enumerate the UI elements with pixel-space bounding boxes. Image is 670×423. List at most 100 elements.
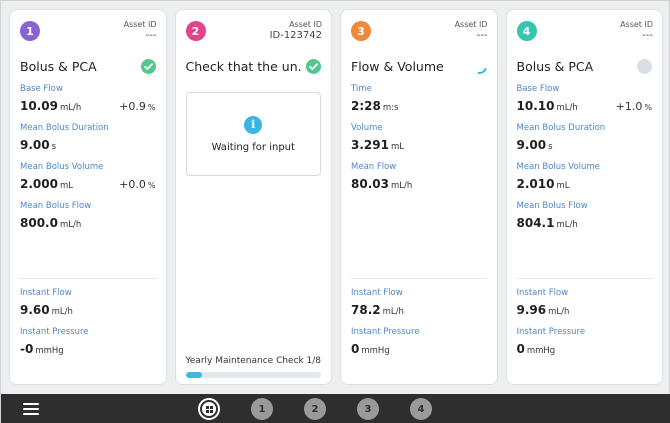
metric-unit: mL — [390, 142, 404, 152]
metrics-list: Base Flow 10.09 mL/h +0.9% Mean Bolus Dur… — [20, 84, 156, 240]
channel-card-3[interactable]: 3 Asset ID --- Flow & Volume Time 2:28 m:… — [340, 9, 498, 385]
waiting-for-input-panel[interactable]: i Waiting for input — [185, 92, 321, 176]
metric-instant-flow: Instant Flow 78.2 mL/h — [351, 288, 487, 318]
metric-label: Mean Bolus Volume — [20, 162, 104, 172]
metric-unit: mL/h — [548, 307, 570, 317]
metric-delta: +0.9 — [119, 100, 146, 113]
metric-label: Base Flow — [20, 84, 63, 94]
maintenance-check: Yearly Maintenance Check 1/8 — [186, 356, 322, 366]
metric-mean-flow: Mean Flow 80.03 mL/h — [351, 162, 487, 192]
metric-unit: mL — [556, 181, 570, 191]
live-metrics: Instant Flow 9.96 mL/h Instant Pressure 0… — [517, 288, 653, 366]
metric-instant-pressure: Instant Pressure 0 mmHg — [351, 327, 487, 357]
metric-instant-pressure: Instant Pressure 0 mmHg — [517, 327, 653, 357]
check-circle-icon — [306, 59, 321, 74]
metric-instant-flow: Instant Flow 9.96 mL/h — [517, 288, 653, 318]
metric-label: Instant Pressure — [351, 327, 420, 337]
metric-mean-bolus-duration: Mean Bolus Duration 9.00 s — [517, 123, 653, 153]
metric-label: Mean Bolus Duration — [20, 123, 109, 133]
metric-instant-flow: Instant Flow 9.60 mL/h — [20, 288, 156, 318]
metric-value: 80.03 — [351, 177, 389, 191]
metric-value: 0 — [351, 342, 360, 356]
asset-id-label: Asset ID — [620, 20, 653, 29]
maintenance-progress-bar — [185, 372, 321, 378]
metric-unit: mmHg — [526, 346, 556, 356]
metric-value: 2:28 — [351, 99, 381, 113]
grid-overview-icon[interactable] — [198, 398, 220, 420]
metric-value: -0 — [20, 342, 34, 356]
metric-value: 10.10 — [516, 99, 555, 113]
test-title: Bolus & PCA — [516, 59, 594, 74]
bottom-navigation-bar: 1 2 3 4 — [1, 394, 670, 423]
metric-unit: mL/h — [556, 220, 578, 230]
channel-number-badge: 1 — [20, 21, 40, 41]
test-title: Check that the un... — [185, 59, 302, 74]
info-icon: i — [244, 115, 263, 134]
asset-id-label: Asset ID — [289, 20, 322, 29]
channel-cards: 1 Asset ID --- Bolus & PCA Base Flow 10.… — [9, 9, 663, 385]
metric-unit: mmHg — [35, 346, 64, 356]
metric-value: 804.1 — [516, 216, 555, 230]
maintenance-count: 1/8 — [306, 356, 321, 366]
asset-id: Asset ID --- — [124, 20, 157, 41]
metric-label: Volume — [351, 123, 383, 133]
asset-id-value: --- — [642, 30, 653, 41]
device-screen: 1 Asset ID --- Bolus & PCA Base Flow 10.… — [0, 0, 670, 423]
metric-mean-bolus-flow: Mean Bolus Flow 804.1 mL/h — [517, 201, 653, 231]
tab-channel-1[interactable]: 1 — [251, 398, 273, 420]
live-metrics: Instant Flow 9.60 mL/h Instant Pressure -… — [20, 288, 156, 366]
maintenance-label: Yearly Maintenance Check — [185, 356, 304, 366]
channel-card-1[interactable]: 1 Asset ID --- Bolus & PCA Base Flow 10.… — [9, 9, 167, 385]
tab-channel-3[interactable]: 3 — [357, 398, 379, 420]
metric-label: Mean Bolus Duration — [516, 123, 606, 133]
metric-unit: mL/h — [51, 307, 73, 317]
progress-fill — [185, 372, 203, 378]
channel-number-badge: 2 — [185, 21, 206, 41]
metric-label: Instant Flow — [351, 288, 403, 298]
metric-label: Mean Bolus Flow — [20, 201, 92, 211]
metric-value: 10.09 — [20, 99, 58, 113]
metric-label: Base Flow — [516, 84, 560, 94]
metric-value: 9.00 — [516, 138, 547, 152]
test-title: Flow & Volume — [351, 59, 444, 74]
hamburger-menu-icon[interactable] — [23, 403, 39, 415]
metric-volume: Volume 3.291 mL — [351, 123, 487, 153]
asset-id: Asset ID ID-123742 — [270, 20, 322, 41]
metric-base-flow: Base Flow 10.09 mL/h +0.9% — [20, 84, 156, 114]
metric-unit: mL/h — [59, 103, 82, 113]
channel-card-4[interactable]: 4 Asset ID --- Bolus & PCA Base Flow 10.… — [505, 9, 663, 385]
metric-unit: mL/h — [390, 181, 413, 191]
metric-delta-unit: % — [644, 103, 652, 112]
metric-label: Mean Flow — [351, 162, 397, 172]
metric-value: 9.60 — [20, 303, 50, 317]
channel-card-2[interactable]: 2 Asset ID ID-123742 Check that the un..… — [174, 9, 332, 385]
divider — [351, 278, 487, 279]
asset-id-label: Asset ID — [454, 20, 488, 29]
metric-mean-bolus-volume: Mean Bolus Volume 2.010 mL — [517, 162, 653, 192]
live-metrics: Instant Flow 78.2 mL/h Instant Pressure 0… — [351, 288, 487, 366]
test-title: Bolus & PCA — [20, 59, 97, 74]
asset-id-value: --- — [476, 30, 488, 41]
divider — [516, 278, 652, 279]
metric-instant-pressure: Instant Pressure -0 mmHg — [20, 327, 156, 357]
tab-channel-2[interactable]: 2 — [304, 398, 326, 420]
waiting-text: Waiting for input — [211, 141, 295, 153]
asset-id-value: ID-123742 — [269, 30, 322, 41]
metric-mean-bolus-duration: Mean Bolus Duration 9.00 s — [20, 123, 156, 153]
metric-label: Mean Bolus Flow — [516, 201, 588, 211]
metric-mean-bolus-volume: Mean Bolus Volume 2.000 mL +0.0% — [20, 162, 156, 192]
metric-unit: mL/h — [556, 103, 578, 113]
metric-value: 2.010 — [516, 177, 555, 191]
metric-unit: mL/h — [59, 220, 82, 230]
idle-status-icon — [637, 59, 652, 74]
tab-channel-4[interactable]: 4 — [410, 398, 432, 420]
metric-unit: m:s — [382, 103, 399, 113]
metric-value: 9.96 — [516, 303, 547, 317]
metric-delta: +0.0 — [119, 178, 146, 191]
metric-unit: s — [51, 142, 57, 152]
metric-unit: s — [548, 142, 553, 152]
metric-label: Instant Flow — [20, 288, 72, 298]
asset-id-value: --- — [145, 30, 157, 41]
metric-mean-bolus-flow: Mean Bolus Flow 800.0 mL/h — [20, 201, 156, 231]
channel-number-badge: 3 — [351, 21, 371, 41]
